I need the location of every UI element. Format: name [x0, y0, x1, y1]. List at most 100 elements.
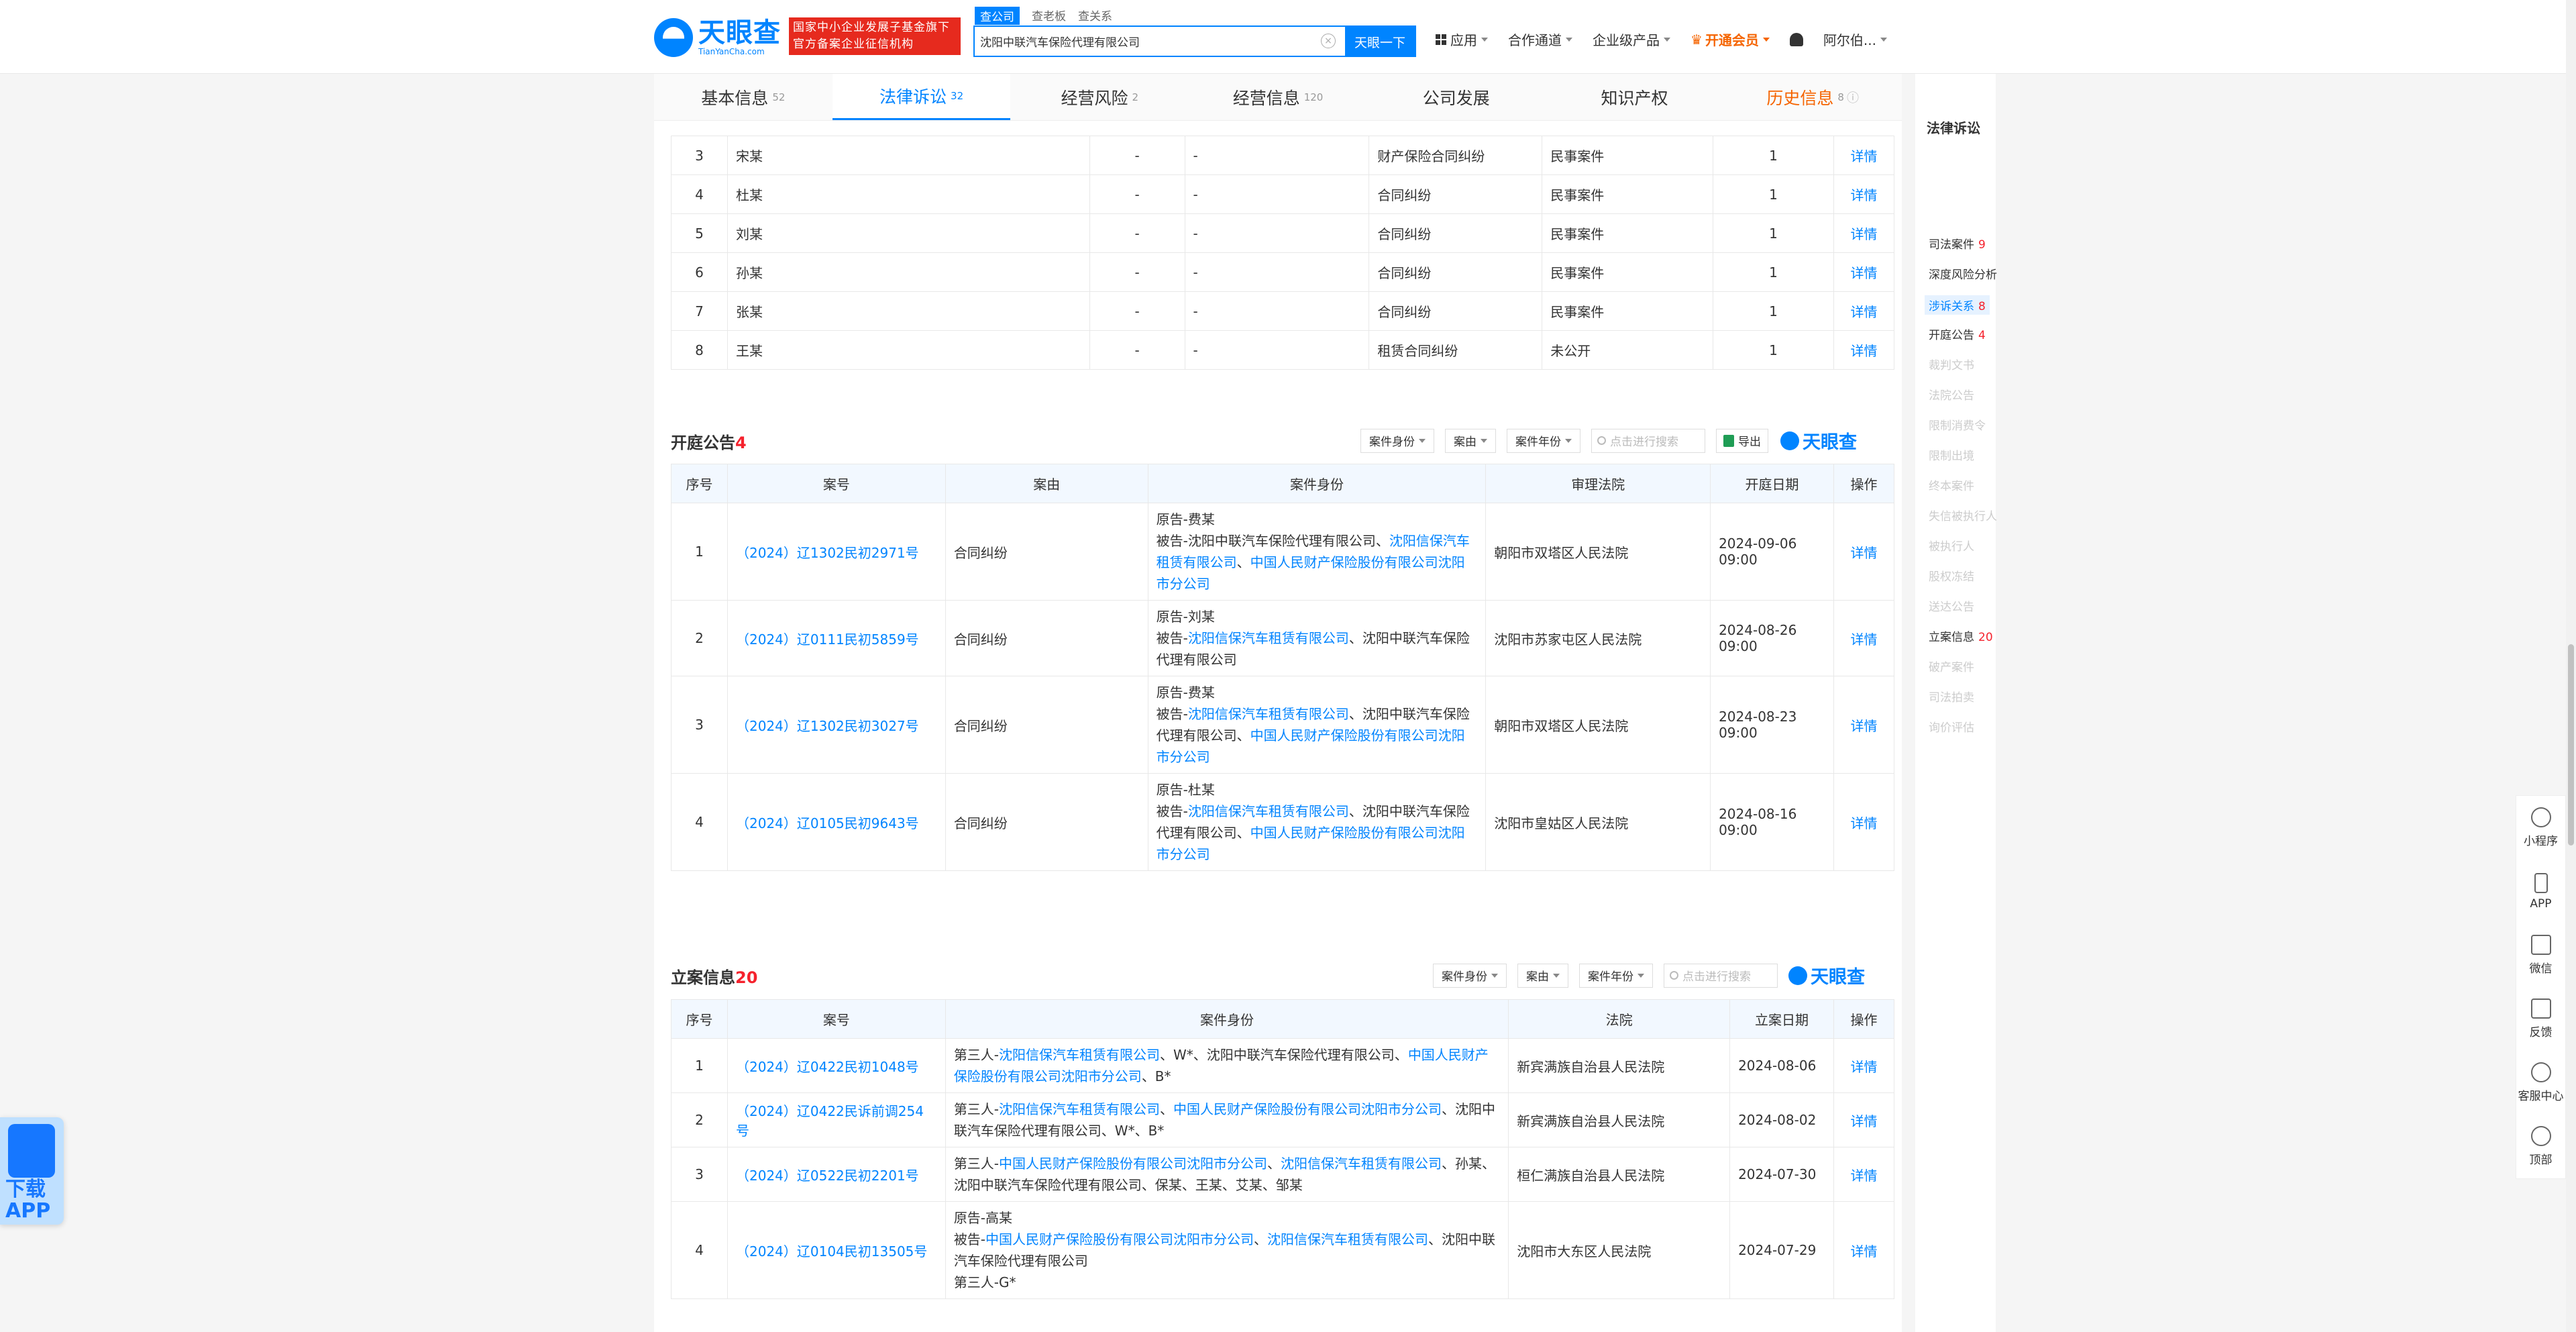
- filter-reason[interactable]: 案由: [1517, 963, 1568, 988]
- detail-link[interactable]: 详情: [1851, 545, 1878, 561]
- side-nav-item[interactable]: 破产案件: [1929, 658, 1974, 674]
- side-nav-item[interactable]: 送达公告: [1929, 597, 1974, 614]
- filter-reason[interactable]: 案由: [1445, 428, 1496, 453]
- customer-service-button[interactable]: 客服中心: [2516, 1051, 2565, 1115]
- tab-risk[interactable]: 经营风险 2: [1010, 74, 1189, 120]
- detail-link[interactable]: 详情: [1851, 631, 1878, 648]
- detail-link[interactable]: 详情: [1850, 265, 1877, 281]
- company-link[interactable]: 沈阳信保汽车租赁有限公司: [1188, 706, 1349, 722]
- company-link[interactable]: 沈阳信保汽车租赁有限公司: [1281, 1156, 1442, 1172]
- detail-link[interactable]: 详情: [1851, 1243, 1878, 1260]
- clear-icon[interactable]: ×: [1321, 34, 1336, 48]
- wechat-button[interactable]: 微信: [2516, 923, 2565, 987]
- tab-development[interactable]: 公司发展: [1367, 74, 1546, 120]
- feedback-button[interactable]: 反馈: [2516, 987, 2565, 1051]
- detail-link[interactable]: 详情: [1851, 718, 1878, 734]
- side-nav-item[interactable]: 深度风险分析: [1929, 265, 1997, 282]
- side-nav-label: 司法拍卖: [1929, 691, 1974, 705]
- side-nav-item[interactable]: 终本案件: [1929, 476, 1974, 493]
- side-nav-item[interactable]: 限制消费令: [1929, 416, 1986, 433]
- court-notice-search[interactable]: 点击进行搜索: [1591, 428, 1705, 453]
- company-link[interactable]: 中国人民财产保险股份有限公司沈阳市分公司: [985, 1231, 1254, 1247]
- search-button[interactable]: 天眼一下: [1345, 27, 1415, 57]
- case-count: 1: [1713, 213, 1834, 253]
- case-number-link[interactable]: （2024）辽1302民初3027号: [736, 718, 919, 734]
- side-nav-item[interactable]: 开庭公告 4: [1929, 325, 1986, 342]
- case-number-link[interactable]: （2024）辽0104民初13505号: [736, 1243, 927, 1260]
- search-tab-company[interactable]: 查公司: [975, 7, 1020, 25]
- nav-vip[interactable]: ♛ 开通会员: [1690, 30, 1770, 49]
- nav-enterprise[interactable]: 企业级产品: [1593, 30, 1670, 49]
- detail-link[interactable]: 详情: [1851, 815, 1878, 831]
- nav-cooperation[interactable]: 合作通道: [1508, 30, 1572, 49]
- company-link[interactable]: 沈阳信保汽车租赁有限公司: [1267, 1231, 1428, 1247]
- case-number-link[interactable]: （2024）辽0422民初1048号: [736, 1059, 919, 1075]
- case-number-cell: （2024）辽0422民初1048号: [727, 1038, 946, 1093]
- detail-link[interactable]: 详情: [1850, 304, 1877, 320]
- side-nav-item[interactable]: 司法拍卖: [1929, 688, 1974, 705]
- side-nav-item[interactable]: 涉诉关系 8: [1925, 295, 1990, 315]
- detail-cell: 详情: [1833, 291, 1895, 331]
- case-number-link[interactable]: （2024）辽0105民初9643号: [736, 815, 919, 831]
- row-number: 7: [671, 291, 728, 331]
- case-number-link[interactable]: （2024）辽0522民初2201号: [736, 1168, 919, 1184]
- app-download-widget[interactable]: 下载 APP: [0, 1117, 64, 1225]
- mini-program-button[interactable]: 小程序: [2516, 796, 2565, 860]
- tab-basic[interactable]: 基本信息 52: [654, 74, 833, 120]
- party-text: 第三人-: [953, 1047, 1000, 1063]
- tab-operation[interactable]: 经营信息 120: [1189, 74, 1367, 120]
- case-number-link[interactable]: （2024）辽0422民诉前调254号: [736, 1103, 924, 1139]
- bell-icon[interactable]: [1789, 32, 1803, 46]
- filter-year[interactable]: 案件年份: [1579, 963, 1653, 988]
- detail-link[interactable]: 详情: [1850, 187, 1877, 203]
- detail-link[interactable]: 详情: [1851, 1059, 1878, 1075]
- search-tab-relation[interactable]: 查关系: [1078, 7, 1112, 25]
- party-cell: 原告-费某 被告-沈阳中联汽车保险代理有限公司、沈阳信保汽车租赁有限公司、中国人民…: [1147, 503, 1487, 601]
- chevron-down-icon: [1481, 37, 1488, 42]
- company-link[interactable]: 沈阳信保汽车租赁有限公司: [1188, 803, 1349, 819]
- filter-year[interactable]: 案件年份: [1507, 428, 1580, 453]
- detail-link[interactable]: 详情: [1850, 226, 1877, 242]
- nav-apps[interactable]: 应用: [1436, 30, 1488, 49]
- side-nav-item[interactable]: 股权冻结: [1929, 567, 1974, 584]
- company-link[interactable]: 中国人民财产保险股份有限公司沈阳市分公司: [1173, 1101, 1442, 1117]
- case-number-link[interactable]: （2024）辽0111民初5859号: [736, 631, 919, 648]
- filing-date: 2024-08-06: [1729, 1038, 1834, 1093]
- company-link[interactable]: 沈阳信保汽车租赁有限公司: [1188, 630, 1349, 646]
- side-nav-item[interactable]: 被执行人: [1929, 537, 1974, 554]
- search-input[interactable]: [975, 27, 1321, 56]
- filter-role[interactable]: 案件身份: [1360, 428, 1434, 453]
- company-link[interactable]: 沈阳信保汽车租赁有限公司: [999, 1101, 1160, 1117]
- case-reason: 合同纠纷: [945, 503, 1148, 601]
- scrollbar-thumb[interactable]: [2568, 644, 2574, 846]
- page-scrollbar[interactable]: [2566, 0, 2576, 1332]
- side-nav-item[interactable]: 裁判文书: [1929, 356, 1974, 372]
- tab-legal[interactable]: 法律诉讼 32: [832, 74, 1011, 120]
- logo[interactable]: 天眼查 TianYanCha.com: [654, 16, 781, 59]
- nav-user[interactable]: 阿尔伯...: [1823, 30, 1888, 49]
- company-link[interactable]: 沈阳信保汽车租赁有限公司: [999, 1047, 1160, 1063]
- filing-info-search[interactable]: 点击进行搜索: [1664, 963, 1778, 988]
- side-nav-item[interactable]: 法院公告: [1929, 386, 1974, 403]
- case-number-link[interactable]: （2024）辽1302民初2971号: [736, 545, 919, 561]
- back-to-top-button[interactable]: 顶部: [2516, 1115, 2565, 1178]
- tab-ip[interactable]: 知识产权: [1546, 74, 1724, 120]
- side-nav-item[interactable]: 限制出境: [1929, 446, 1974, 463]
- defendant: 被告-沈阳信保汽车租赁有限公司、沈阳中联汽车保险代理有限公司: [1157, 627, 1478, 670]
- search-tab-boss[interactable]: 查老板: [1032, 7, 1066, 25]
- detail-link[interactable]: 详情: [1850, 148, 1877, 164]
- crown-icon: ♛: [1690, 31, 1703, 48]
- side-nav-item[interactable]: 失信被执行人: [1929, 507, 1997, 523]
- side-nav-item[interactable]: 立案信息 20: [1929, 627, 1993, 644]
- app-button[interactable]: APP: [2516, 860, 2565, 923]
- filter-role[interactable]: 案件身份: [1433, 963, 1507, 988]
- chevron-down-icon: [1419, 438, 1426, 443]
- tab-history[interactable]: 历史信息 8 ⓘ: [1723, 74, 1902, 120]
- company-link[interactable]: 中国人民财产保险股份有限公司沈阳市分公司: [999, 1156, 1267, 1172]
- detail-link[interactable]: 详情: [1851, 1168, 1878, 1184]
- detail-link[interactable]: 详情: [1851, 1113, 1878, 1129]
- side-nav-item[interactable]: 司法案件 9: [1929, 235, 1986, 252]
- side-nav-item[interactable]: 询价评估: [1929, 718, 1974, 735]
- export-button[interactable]: 导出: [1716, 428, 1768, 453]
- detail-link[interactable]: 详情: [1850, 343, 1877, 359]
